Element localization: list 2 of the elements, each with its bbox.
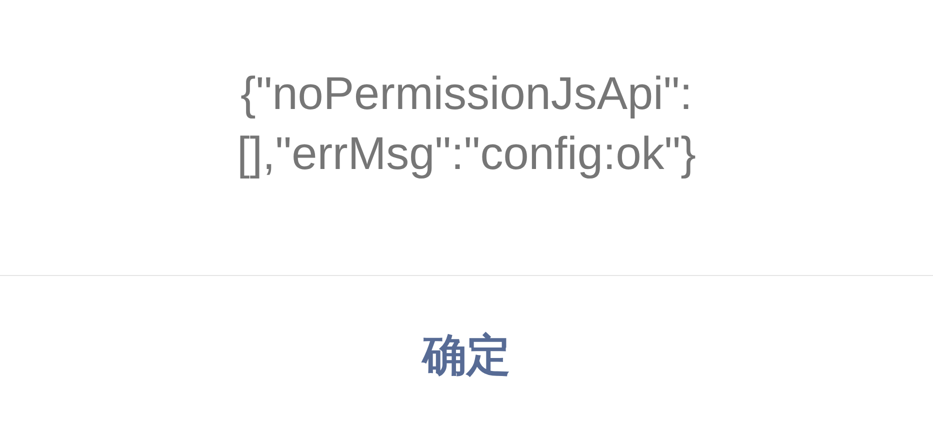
confirm-button[interactable]: 确定 — [392, 316, 540, 395]
dialog-message: {"noPermissionJsApi":[],"errMsg":"config:ok"} — [236, 66, 698, 181]
